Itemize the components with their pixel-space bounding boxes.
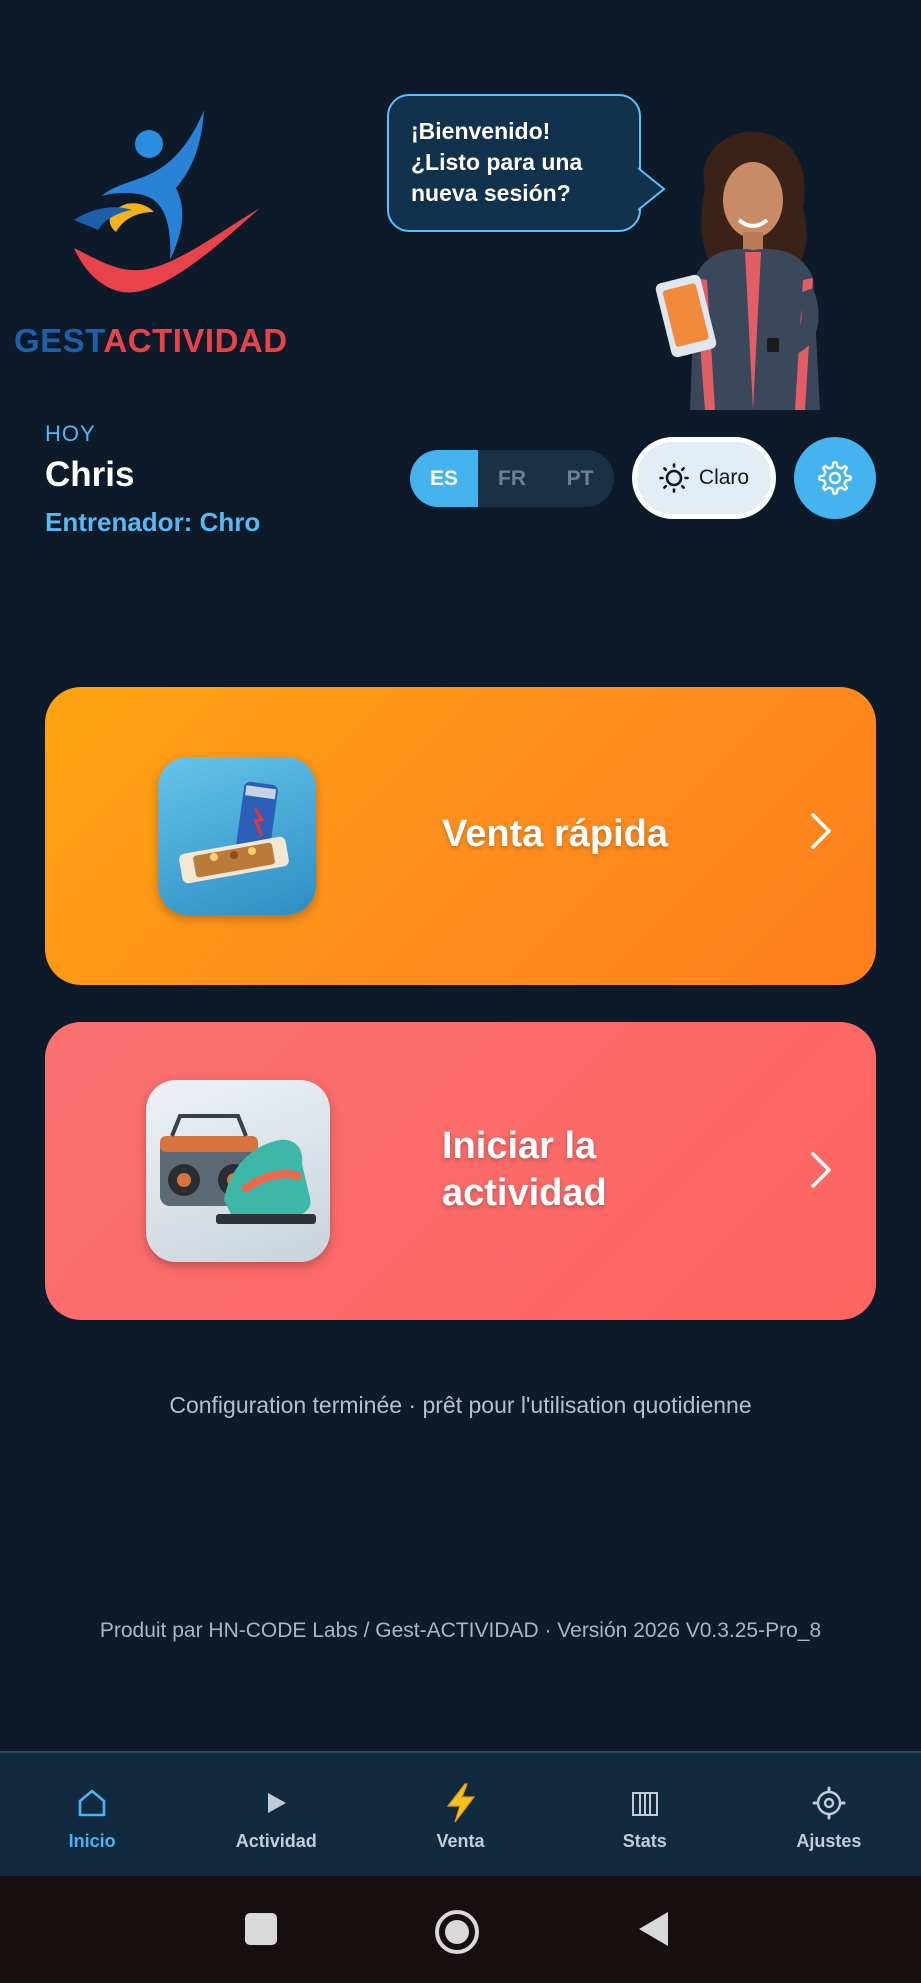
theme-toggle-button[interactable]: Claro [632, 437, 776, 519]
gear-icon [812, 1783, 846, 1823]
lang-fr-button[interactable]: FR [478, 450, 546, 507]
nav-actividad[interactable]: Actividad [184, 1753, 368, 1876]
language-switcher: ES FR PT [410, 450, 614, 507]
nav-venta[interactable]: Venta [368, 1753, 552, 1876]
today-label: HOY [45, 421, 96, 446]
energy-drink-snack-icon [158, 757, 316, 915]
boombox-sneaker-icon [146, 1080, 330, 1262]
nav-label-venta: Venta [436, 1831, 485, 1851]
lightning-icon [443, 1783, 479, 1823]
home-circle-icon[interactable] [434, 1909, 480, 1955]
back-icon[interactable] [636, 1910, 670, 1948]
nav-label-actividad: Actividad [235, 1831, 317, 1851]
brand-wordmark: GESTACTIVIDAD [14, 322, 314, 360]
nav-label-inicio: Inicio [68, 1831, 116, 1851]
user-name: Chris [45, 455, 135, 494]
brand-word-gest: GEST [14, 322, 104, 359]
system-nav-bar [0, 1876, 921, 1983]
start-activity-label: Iniciar la actividad [442, 1125, 607, 1214]
lang-es-button[interactable]: ES [410, 450, 478, 507]
chevron-right-icon [811, 813, 831, 849]
brand-logo: GESTACTIVIDAD [14, 100, 314, 360]
nav-ajustes[interactable]: Ajustes [737, 1753, 921, 1876]
settings-button[interactable] [794, 437, 876, 519]
setup-status-text: Configuration terminée · prêt pour l'uti… [169, 1392, 752, 1418]
lang-pt-button[interactable]: PT [546, 450, 614, 507]
brand-word-actividad: ACTIVIDAD [103, 322, 288, 359]
start-activity-card[interactable]: Iniciar la actividad [45, 1022, 876, 1320]
sun-icon [659, 463, 689, 493]
quick-sale-label: Venta rápida [442, 813, 668, 855]
recents-icon[interactable] [244, 1912, 278, 1946]
bottom-nav: Inicio Actividad Venta Stats Ajustes [0, 1751, 921, 1876]
home-icon [75, 1783, 109, 1823]
quick-sale-card[interactable]: Venta rápida [45, 687, 876, 985]
play-icon [261, 1783, 291, 1823]
coach-illustration [655, 131, 820, 410]
theme-toggle-label: Claro [698, 466, 750, 489]
nav-inicio[interactable]: Inicio [0, 1753, 184, 1876]
nav-stats[interactable]: Stats [553, 1753, 737, 1876]
stats-icon [630, 1783, 660, 1823]
trainer-name: Entrenador: Chro [45, 507, 261, 537]
nav-label-ajustes: Ajustes [796, 1831, 862, 1851]
nav-label-stats: Stats [622, 1831, 667, 1851]
chevron-right-icon [811, 1152, 831, 1188]
runner-check-icon [74, 110, 260, 293]
app-credits: Produit par HN-CODE Labs / Gest-ACTIVIDA… [99, 1619, 822, 1642]
gear-icon [818, 461, 852, 495]
welcome-bubble: ¡Bienvenido! ¿Listo para una nueva sesió… [387, 94, 641, 232]
